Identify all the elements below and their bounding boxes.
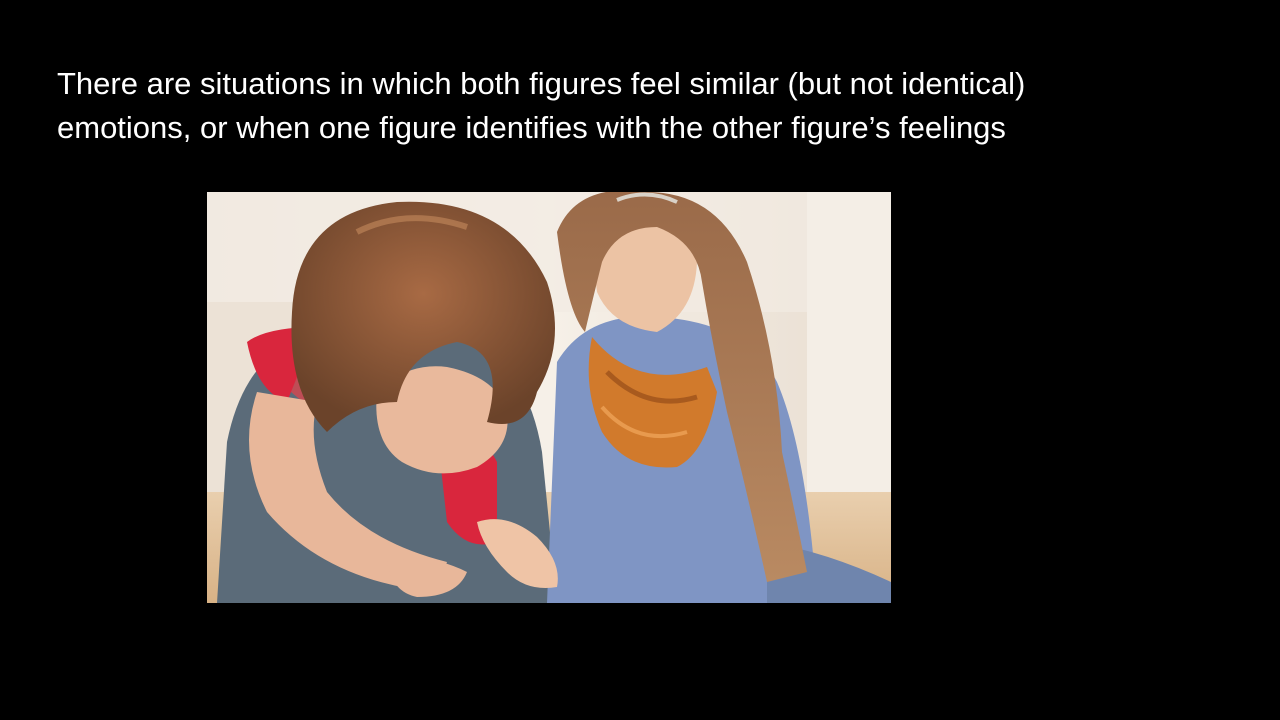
slide-body-text: There are situations in which both figur… bbox=[57, 62, 1237, 150]
photo-illustration bbox=[207, 192, 891, 603]
slide: There are situations in which both figur… bbox=[0, 0, 1280, 720]
two-women-comforting-photo bbox=[207, 192, 891, 603]
body-line-2: emotions, or when one figure identifies … bbox=[57, 110, 1006, 145]
body-line-1: There are situations in which both figur… bbox=[57, 66, 1026, 101]
